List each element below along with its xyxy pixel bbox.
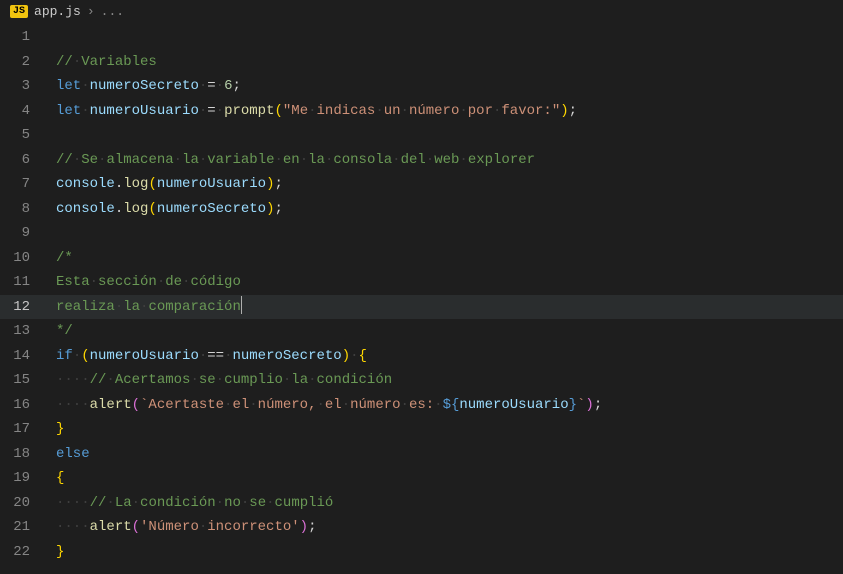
- line-number: 9: [0, 221, 46, 246]
- code-editor[interactable]: 1 2//·Variables 3let·numeroSecreto·=·6; …: [0, 23, 843, 564]
- line-number: 7: [0, 172, 46, 197]
- line-number: 20: [0, 491, 46, 516]
- code-line[interactable]: 13*/: [0, 319, 843, 344]
- chevron-right-icon: ›: [87, 4, 95, 19]
- line-number: 14: [0, 344, 46, 369]
- code-line[interactable]: 18else: [0, 442, 843, 467]
- breadcrumb[interactable]: JS app.js › ...: [0, 0, 843, 23]
- code-line[interactable]: 22}: [0, 540, 843, 565]
- code-line[interactable]: 14if·(numeroUsuario·==·numeroSecreto)·{: [0, 344, 843, 369]
- code-line[interactable]: 20····//·La·condición·no·se·cumplió: [0, 491, 843, 516]
- line-number: 22: [0, 540, 46, 565]
- text-cursor: [241, 296, 242, 314]
- line-number: 1: [0, 25, 46, 50]
- code-line[interactable]: 4let·numeroUsuario·=·prompt("Me·indicas·…: [0, 99, 843, 124]
- line-number: 5: [0, 123, 46, 148]
- code-line[interactable]: 5: [0, 123, 843, 148]
- code-line[interactable]: 10/*: [0, 246, 843, 271]
- line-number: 8: [0, 197, 46, 222]
- code-line[interactable]: 1: [0, 25, 843, 50]
- code-line[interactable]: 17}: [0, 417, 843, 442]
- line-number: 2: [0, 50, 46, 75]
- line-number: 19: [0, 466, 46, 491]
- code-line[interactable]: 11Esta·sección·de·código: [0, 270, 843, 295]
- line-number: 16: [0, 393, 46, 418]
- breadcrumb-filename[interactable]: app.js: [34, 4, 81, 19]
- line-number: 6: [0, 148, 46, 173]
- code-line[interactable]: 2//·Variables: [0, 50, 843, 75]
- line-number: 11: [0, 270, 46, 295]
- line-number: 12: [0, 295, 46, 320]
- file-icon-js: JS: [10, 5, 28, 18]
- code-line[interactable]: 21····alert('Número·incorrecto');: [0, 515, 843, 540]
- line-number: 10: [0, 246, 46, 271]
- line-number: 4: [0, 99, 46, 124]
- code-line[interactable]: 8console.log(numeroSecreto);: [0, 197, 843, 222]
- line-number: 15: [0, 368, 46, 393]
- line-number: 17: [0, 417, 46, 442]
- line-number: 18: [0, 442, 46, 467]
- code-line[interactable]: 7console.log(numeroUsuario);: [0, 172, 843, 197]
- code-line[interactable]: 16····alert(`Acertaste·el·número,·el·núm…: [0, 393, 843, 418]
- code-line[interactable]: 12realiza·la·comparación: [0, 295, 843, 320]
- code-line[interactable]: 3let·numeroSecreto·=·6;: [0, 74, 843, 99]
- breadcrumb-ellipsis[interactable]: ...: [101, 4, 124, 19]
- code-line[interactable]: 19{: [0, 466, 843, 491]
- line-number: 13: [0, 319, 46, 344]
- code-line[interactable]: 9: [0, 221, 843, 246]
- code-line[interactable]: 15····//·Acertamos·se·cumplio·la·condici…: [0, 368, 843, 393]
- code-line[interactable]: 6//·Se·almacena·la·variable·en·la·consol…: [0, 148, 843, 173]
- line-number: 21: [0, 515, 46, 540]
- line-number: 3: [0, 74, 46, 99]
